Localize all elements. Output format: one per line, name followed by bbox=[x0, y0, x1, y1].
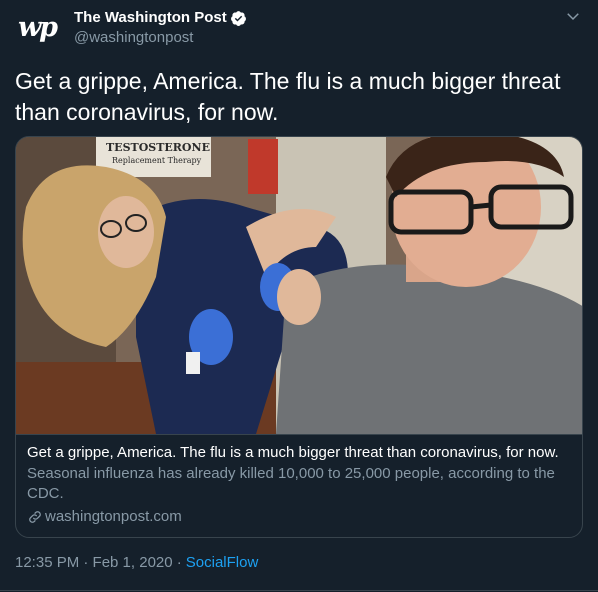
tweet-footer: 12:35 PM · Feb 1, 2020 · SocialFlow bbox=[15, 554, 258, 571]
link-card[interactable]: TESTOSTERONE Replacement Therapy Get a g… bbox=[15, 136, 583, 538]
card-info[interactable]: Get a grippe, America. The flu is a much… bbox=[16, 434, 582, 527]
chevron-down-icon[interactable] bbox=[564, 7, 582, 25]
timestamp[interactable]: 12:35 PM · Feb 1, 2020 · bbox=[15, 554, 182, 571]
card-domain-text[interactable]: washingtonpost.com bbox=[45, 507, 182, 527]
author-names: The Washington Post @washingtonpost bbox=[74, 8, 247, 48]
card-image[interactable]: TESTOSTERONE Replacement Therapy bbox=[16, 137, 582, 434]
display-name[interactable]: The Washington Post bbox=[74, 8, 227, 28]
source-link[interactable]: SocialFlow bbox=[186, 554, 259, 571]
avatar[interactable]: wp bbox=[15, 5, 59, 49]
sign-text-1: TESTOSTERONE bbox=[106, 141, 210, 154]
card-photo: TESTOSTERONE Replacement Therapy bbox=[16, 137, 582, 434]
sign-text-2: Replacement Therapy bbox=[112, 156, 202, 165]
link-icon bbox=[27, 509, 43, 525]
handle[interactable]: @washingtonpost bbox=[74, 28, 247, 48]
tweet-header: wp The Washington Post @washingtonpost bbox=[15, 5, 588, 49]
display-name-row: The Washington Post bbox=[74, 8, 247, 28]
wp-logo: wp bbox=[17, 11, 58, 43]
verified-badge-icon bbox=[230, 10, 247, 27]
card-domain[interactable]: washingtonpost.com bbox=[27, 507, 571, 527]
tweet-text: Get a grippe, America. The flu is a much… bbox=[15, 68, 561, 125]
tweet: wp The Washington Post @washingtonpost G… bbox=[0, 0, 598, 592]
card-title[interactable]: Get a grippe, America. The flu is a much… bbox=[27, 443, 571, 463]
divider bbox=[0, 590, 598, 591]
card-description: Seasonal influenza has already killed 10… bbox=[27, 465, 555, 502]
